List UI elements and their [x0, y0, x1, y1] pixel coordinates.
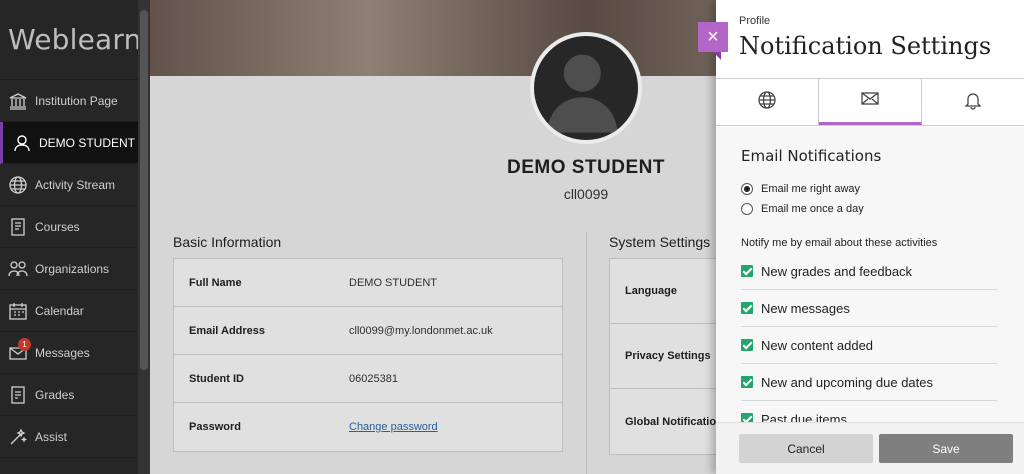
sidebar-item-label: Calendar: [35, 303, 84, 318]
user-icon: [11, 132, 33, 154]
radio-email-right-away[interactable]: Email me right away: [741, 183, 860, 195]
tab-email-notifications[interactable]: [819, 79, 922, 125]
tab-push-notifications[interactable]: [922, 79, 1024, 125]
sidebar-item-institution-page[interactable]: Institution Page: [0, 80, 150, 122]
checkbox-label: New content added: [761, 337, 874, 353]
radio-button[interactable]: [741, 183, 753, 195]
checkbox-new-messages[interactable]: New messages: [741, 290, 997, 327]
checkbox-label: Past due items: [761, 411, 847, 423]
sidebar-item-grades[interactable]: Grades: [0, 374, 150, 416]
close-button-flag: [713, 52, 721, 60]
cancel-button[interactable]: Cancel: [739, 434, 873, 463]
checkbox-label: New messages: [761, 300, 850, 316]
sidebar-item-activity-stream[interactable]: Activity Stream: [0, 164, 150, 206]
radio-button[interactable]: [741, 203, 753, 215]
sidebar: Weblearn Institution Page DEMO STUDENT A…: [0, 0, 150, 474]
sidebar-item-label: Assist: [35, 429, 68, 444]
sidebar-item-label: Grades: [35, 387, 75, 402]
sidebar-nav: Institution Page DEMO STUDENT Activity S…: [0, 80, 150, 458]
radio-label: Email me once a day: [761, 203, 864, 215]
radio-email-once-a-day[interactable]: Email me once a day: [741, 203, 864, 215]
checkbox[interactable]: [741, 413, 753, 422]
sidebar-item-demo-student[interactable]: DEMO STUDENT: [0, 122, 150, 164]
sidebar-item-label: Institution Page: [35, 93, 118, 108]
organizations-icon: [7, 258, 29, 280]
brand-logo: Weblearn: [0, 0, 150, 80]
sidebar-item-label: DEMO STUDENT: [39, 135, 135, 150]
sidebar-item-calendar[interactable]: Calendar: [0, 290, 150, 332]
sidebar-item-courses[interactable]: Courses: [0, 206, 150, 248]
close-button[interactable]: ×: [698, 22, 728, 52]
notification-settings-panel: Profile Notification Settings Email Noti…: [716, 0, 1024, 474]
bell-icon: [963, 90, 983, 115]
sidebar-scrollbar[interactable]: [138, 0, 150, 474]
calendar-icon: [7, 300, 29, 322]
checkbox-new-content[interactable]: New content added: [741, 327, 997, 364]
panel-eyebrow: Profile: [739, 15, 771, 27]
checkbox-past-due[interactable]: Past due items: [741, 401, 997, 422]
save-button[interactable]: Save: [879, 434, 1013, 463]
mail-icon: [860, 88, 880, 113]
globe-icon: [757, 90, 777, 115]
sidebar-item-messages[interactable]: 1 Messages: [0, 332, 150, 374]
notification-tabs: [716, 78, 1024, 126]
sidebar-item-label: Courses: [35, 219, 80, 234]
checkbox[interactable]: [741, 302, 753, 314]
radio-label: Email me right away: [761, 183, 861, 195]
globe-icon: [7, 174, 29, 196]
sidebar-item-label: Organizations: [35, 261, 110, 276]
grades-icon: [7, 384, 29, 406]
sidebar-item-assist[interactable]: Assist: [0, 416, 150, 458]
panel-footer: Cancel Save: [716, 422, 1024, 474]
checkbox-new-grades[interactable]: New grades and feedback: [741, 253, 997, 290]
assist-icon: [7, 426, 29, 448]
checkbox[interactable]: [741, 265, 753, 277]
sidebar-item-organizations[interactable]: Organizations: [0, 248, 150, 290]
checkbox-label: New and upcoming due dates: [761, 374, 934, 390]
checkbox[interactable]: [741, 339, 753, 351]
panel-title: Notification Settings: [739, 32, 992, 60]
sidebar-scroll-thumb[interactable]: [140, 10, 148, 370]
checkbox-label: New grades and feedback: [761, 263, 913, 279]
notify-activities-label: Notify me by email about these activitie…: [741, 237, 938, 249]
courses-icon: [7, 216, 29, 238]
sidebar-item-label: Messages: [35, 345, 90, 360]
email-notifications-heading: Email Notifications: [741, 147, 882, 165]
checkbox[interactable]: [741, 376, 753, 388]
messages-badge: 1: [18, 338, 31, 351]
email-notifications-body: Email Notifications Email me right away …: [716, 127, 1024, 422]
tab-stream-notifications[interactable]: [716, 79, 819, 125]
close-icon: ×: [707, 25, 719, 48]
checkbox-due-dates[interactable]: New and upcoming due dates: [741, 364, 997, 401]
sidebar-item-label: Activity Stream: [35, 177, 116, 192]
institution-icon: [7, 90, 29, 112]
